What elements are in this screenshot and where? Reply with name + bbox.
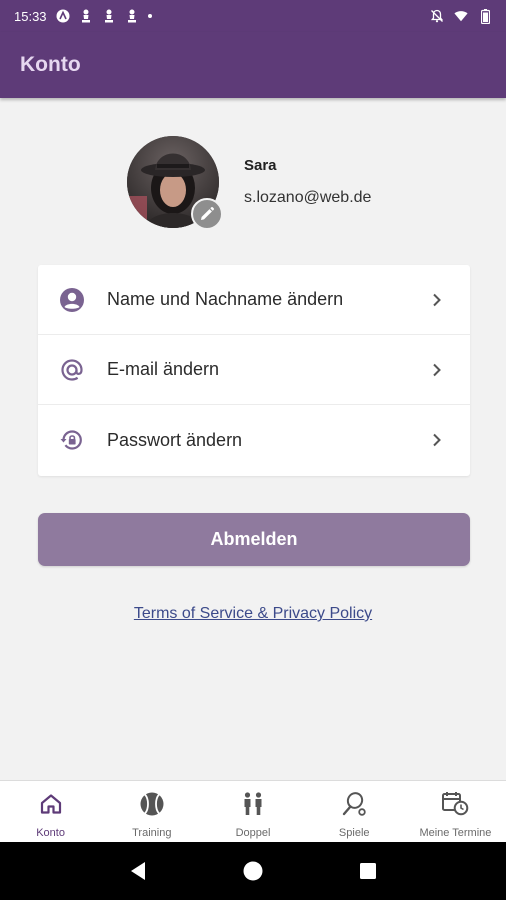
- notification-dot: [147, 14, 152, 18]
- nav-item-spiele[interactable]: Spiele: [304, 781, 405, 842]
- chevron-right-icon: [430, 293, 444, 307]
- nav-item-training[interactable]: Training: [101, 781, 202, 842]
- status-bar: 15:33: [0, 0, 506, 32]
- racket-icon: [340, 790, 368, 818]
- edit-avatar-button[interactable]: [191, 198, 223, 230]
- notifications-off-icon: [430, 9, 444, 23]
- lock-reset-icon: [58, 426, 86, 454]
- chess-pawn-icon: [79, 9, 93, 23]
- page-title: Konto: [20, 53, 81, 76]
- nav-label-doppel: Doppel: [235, 827, 271, 839]
- nav-label-meine-termine: Meine Termine: [419, 827, 492, 839]
- nav-label-konto: Konto: [36, 827, 65, 839]
- battery-icon: [478, 8, 492, 24]
- profile-info: Sara s.lozano@web.de: [244, 157, 371, 207]
- app-bar: Konto: [0, 32, 506, 98]
- chevron-right-icon: [430, 433, 444, 447]
- status-time: 15:33: [14, 8, 47, 24]
- recents-icon[interactable]: [356, 859, 380, 883]
- change-email-item[interactable]: E-mail ändern: [38, 335, 470, 405]
- nav-item-konto[interactable]: Konto: [0, 781, 101, 842]
- bottom-navigation: Konto Training Doppel Spiele Meine Termi…: [0, 780, 506, 842]
- change-password-item[interactable]: Passwort ändern: [38, 405, 470, 475]
- nav-item-meine-termine[interactable]: Meine Termine: [405, 781, 506, 842]
- home-button-icon[interactable]: [241, 859, 265, 883]
- account-circle-icon: [58, 286, 86, 314]
- nav-label-training: Training: [132, 827, 172, 839]
- people-icon: [239, 790, 267, 818]
- home-icon: [37, 790, 65, 818]
- pencil-icon: [199, 206, 215, 222]
- accessibility-icon: [56, 9, 70, 23]
- system-navigation-bar: [0, 842, 506, 900]
- status-left: 15:33: [14, 9, 152, 24]
- calendar-clock-icon: [441, 790, 469, 818]
- change-email-label: E-mail ändern: [107, 359, 220, 379]
- nav-item-doppel[interactable]: Doppel: [202, 781, 303, 842]
- chevron-right-icon: [430, 363, 444, 377]
- change-password-label: Passwort ändern: [107, 429, 243, 450]
- change-name-item[interactable]: Name und Nachname ändern: [38, 265, 470, 335]
- nav-label-spiele: Spiele: [338, 827, 370, 839]
- profile-email: s.lozano@web.de: [244, 189, 372, 206]
- account-settings-card: Name und Nachname ändern E-mail ändern P…: [38, 265, 470, 476]
- tennis-ball-icon: [138, 790, 166, 818]
- terms-privacy-link[interactable]: Terms of Service & Privacy Policy: [0, 605, 506, 623]
- back-icon[interactable]: [126, 859, 150, 883]
- chess-pawn-icon: [125, 9, 139, 23]
- change-name-label: Name und Nachname ändern: [107, 289, 344, 309]
- avatar-container[interactable]: [127, 136, 223, 230]
- at-sign-icon: [58, 356, 86, 384]
- profile-name: Sara: [244, 157, 277, 174]
- status-right: [430, 8, 492, 24]
- chess-pawn-icon: [102, 9, 116, 23]
- logout-button[interactable]: Abmelden: [38, 513, 470, 566]
- wifi-icon: [454, 9, 468, 23]
- profile-section: Sara s.lozano@web.de: [127, 136, 371, 230]
